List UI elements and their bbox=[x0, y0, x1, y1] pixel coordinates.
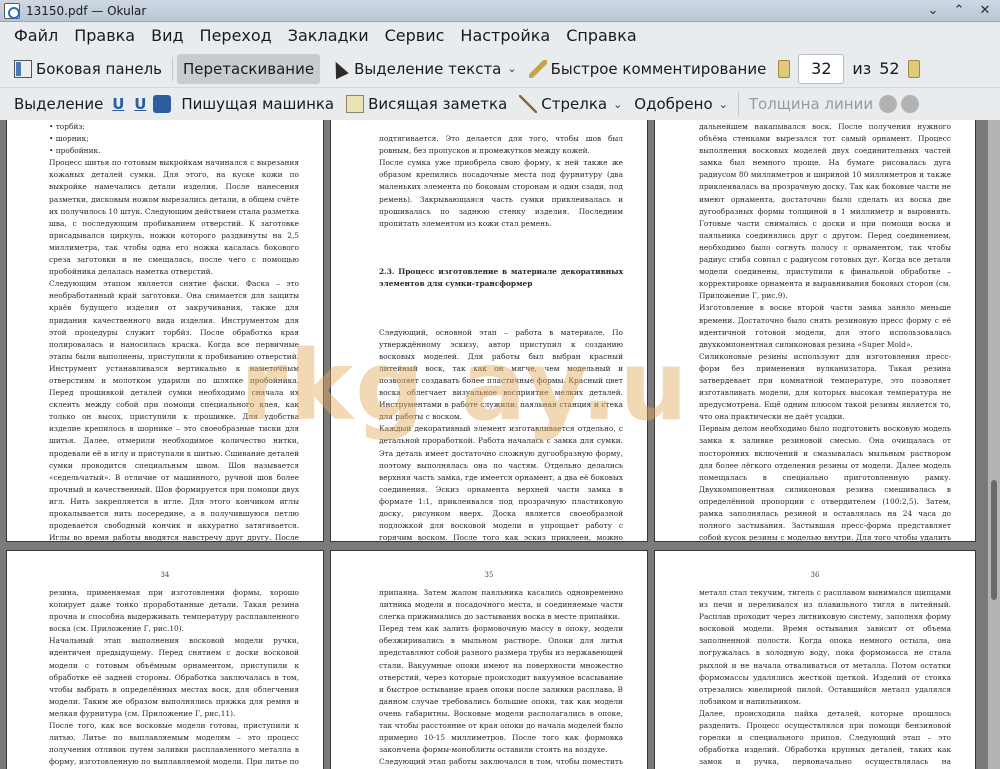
note-icon bbox=[346, 95, 365, 113]
pdf-page-32: подтягивается. Это делается для того, чт… bbox=[330, 120, 648, 542]
pdf-page-35: 35 припаяна. Затем жалом паяльника касал… bbox=[330, 550, 648, 769]
menu-file[interactable]: Файл bbox=[6, 22, 66, 50]
menu-tools[interactable]: Сервис bbox=[377, 22, 453, 50]
pdf-page-36: 36 металл стал текучим, тигель с расплав… bbox=[654, 550, 976, 769]
window-title: 13150.pdf — Okular bbox=[26, 3, 147, 18]
menu-settings[interactable]: Настройка bbox=[452, 22, 558, 50]
sidebar-label: Боковая панель bbox=[36, 59, 162, 78]
chevron-down-icon[interactable]: ⌄ bbox=[719, 98, 728, 111]
page-text-body: Следующий, основной этап – работа в мате… bbox=[379, 327, 623, 542]
page-navigator: 32 из 52 bbox=[778, 53, 920, 84]
pdf-page-34: 34 резина, применяемая при изготовлении … bbox=[6, 550, 324, 769]
menu-edit[interactable]: Правка bbox=[66, 22, 143, 50]
highlight-tool-button[interactable]: Выделение bbox=[8, 89, 109, 119]
menu-go[interactable]: Переход bbox=[192, 22, 280, 50]
page-text: • торбйз; • шорник; • пробойник. Процесс… bbox=[49, 122, 299, 542]
arrow-tool-button[interactable]: Стрелка ⌄ bbox=[513, 89, 628, 119]
page-text: резина, применяемая при изготовлении фор… bbox=[49, 588, 299, 767]
highlight-label: Выделение bbox=[14, 95, 104, 113]
popup-note-label: Висящая заметка bbox=[368, 95, 508, 113]
page-text: подтягивается. Это делается для того, чт… bbox=[379, 121, 623, 542]
line-width-label: Толщина линии bbox=[748, 95, 874, 113]
page-text: припаяна. Затем жалом паяльника касались… bbox=[379, 588, 623, 767]
cursor-icon bbox=[329, 58, 349, 79]
sidebar-toggle-button[interactable]: Боковая панель bbox=[8, 54, 168, 84]
okular-app-icon bbox=[4, 2, 20, 19]
document-view[interactable]: • торбйз; • шорник; • пробойник. Процесс… bbox=[0, 120, 1000, 769]
approved-label: Одобрено bbox=[634, 95, 713, 113]
arrow-icon bbox=[519, 95, 538, 113]
page-total: 52 bbox=[879, 59, 900, 78]
sidebar-icon bbox=[14, 59, 32, 78]
line-width-button[interactable]: Толщина линии bbox=[743, 89, 879, 119]
page-number-input[interactable]: 32 bbox=[798, 53, 845, 84]
vertical-scrollbar[interactable] bbox=[988, 120, 1000, 769]
section-heading: 2.3. Процесс изготовление в материале де… bbox=[379, 267, 623, 289]
quick-annotation-button[interactable]: Быстрое комментирование bbox=[523, 54, 773, 84]
page-text-top: подтягивается. Это делается для того, чт… bbox=[379, 134, 623, 228]
page-number: 35 bbox=[484, 571, 494, 579]
main-toolbar: Боковая панель Перетаскивание Выделение … bbox=[0, 50, 1000, 88]
browse-label: Перетаскивание bbox=[183, 59, 315, 78]
page-text: металл стал текучим, тигель с расплавом … bbox=[699, 588, 951, 767]
popup-note-button[interactable]: Висящая заметка bbox=[340, 89, 513, 119]
color-icon[interactable] bbox=[879, 95, 898, 113]
previous-page-icon[interactable] bbox=[778, 59, 791, 78]
close-button[interactable]: ✕ bbox=[976, 2, 994, 20]
maximize-button[interactable]: ⌃ bbox=[950, 2, 968, 20]
menu-help[interactable]: Справка bbox=[558, 22, 645, 50]
title-bar: 13150.pdf — Okular ⌄ ⌃ ✕ bbox=[0, 0, 1000, 22]
text-selection-label: Выделение текста bbox=[354, 59, 502, 78]
page-number: 34 bbox=[160, 571, 170, 579]
chevron-down-icon[interactable]: ⌄ bbox=[507, 62, 516, 75]
quick-annotation-label: Быстрое комментирование bbox=[550, 59, 767, 78]
pen-icon bbox=[528, 59, 547, 78]
arrow-label: Стрелка bbox=[541, 95, 608, 113]
stamp-icon[interactable] bbox=[153, 95, 172, 113]
typewriter-tool-button[interactable]: Пишущая машинка bbox=[175, 89, 340, 119]
text-selection-button[interactable]: Выделение текста ⌄ bbox=[326, 54, 523, 84]
menu-bookmarks[interactable]: Закладки bbox=[280, 22, 377, 50]
annotation-toolbar: Выделение U U Пишущая машинка Висящая за… bbox=[0, 88, 1000, 120]
page-number: 36 bbox=[810, 571, 820, 579]
minimize-button[interactable]: ⌄ bbox=[924, 2, 942, 20]
menu-view[interactable]: Вид bbox=[143, 22, 191, 50]
pdf-page-31: • торбйз; • шорник; • пробойник. Процесс… bbox=[6, 120, 324, 542]
scrollbar-thumb[interactable] bbox=[991, 480, 997, 600]
next-page-icon[interactable] bbox=[907, 59, 920, 78]
pdf-page-33: дальнейшем накапывался воск. После получ… bbox=[654, 120, 976, 542]
browse-tool-button[interactable]: Перетаскивание bbox=[177, 53, 321, 84]
toolbar-separator bbox=[737, 92, 739, 116]
opacity-icon[interactable] bbox=[901, 95, 920, 113]
approved-stamp-button[interactable]: Одобрено ⌄ bbox=[628, 89, 734, 119]
page-of-label: из bbox=[852, 59, 872, 78]
underline-icon[interactable]: U bbox=[109, 95, 127, 113]
chevron-down-icon[interactable]: ⌄ bbox=[613, 98, 622, 111]
typewriter-label: Пишущая машинка bbox=[181, 95, 335, 113]
page-text: дальнейшем накапывался воск. После получ… bbox=[699, 122, 951, 542]
window-controls: ⌄ ⌃ ✕ bbox=[924, 2, 994, 20]
squiggle-underline-icon[interactable]: U bbox=[131, 95, 149, 113]
toolbar-separator bbox=[172, 56, 173, 81]
menu-bar: Файл Правка Вид Переход Закладки Сервис … bbox=[0, 22, 1000, 50]
